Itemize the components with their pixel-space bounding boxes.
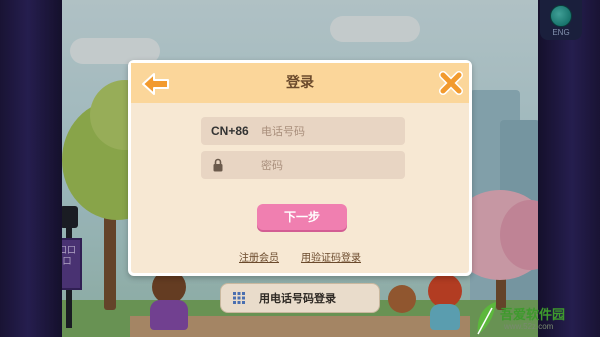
dialog-title: 登录 [286,75,314,91]
grid-icon [233,292,245,304]
phone-field[interactable]: CN+86 [201,117,405,145]
back-arrow-icon [142,73,169,95]
password-field[interactable] [201,151,405,179]
watermark: 吾爱软件园 www.52z.com [470,300,598,336]
password-input[interactable] [261,155,397,175]
leaf-logo-icon [477,302,496,335]
phone-input[interactable] [261,121,397,141]
phone-login-label: 用电话号码登录 [259,292,336,305]
sms-login-link[interactable]: 用验证码登录 [301,249,361,264]
next-step-button[interactable]: 下一步 [257,204,347,230]
login-dialog: 登录 CN+86 下一步 注册会员 用验证码登录 [128,60,472,276]
back-button[interactable] [141,71,171,97]
country-code[interactable]: CN+86 [211,117,249,145]
watermark-title: 吾爱软件园 [500,308,566,323]
watermark-url: www.52z.com [504,322,554,331]
close-icon [439,71,463,95]
phone-login-button[interactable]: 用电话号码登录 [220,283,380,313]
lock-icon [213,158,223,172]
close-button[interactable] [438,70,464,96]
register-link[interactable]: 注册会员 [239,249,279,264]
